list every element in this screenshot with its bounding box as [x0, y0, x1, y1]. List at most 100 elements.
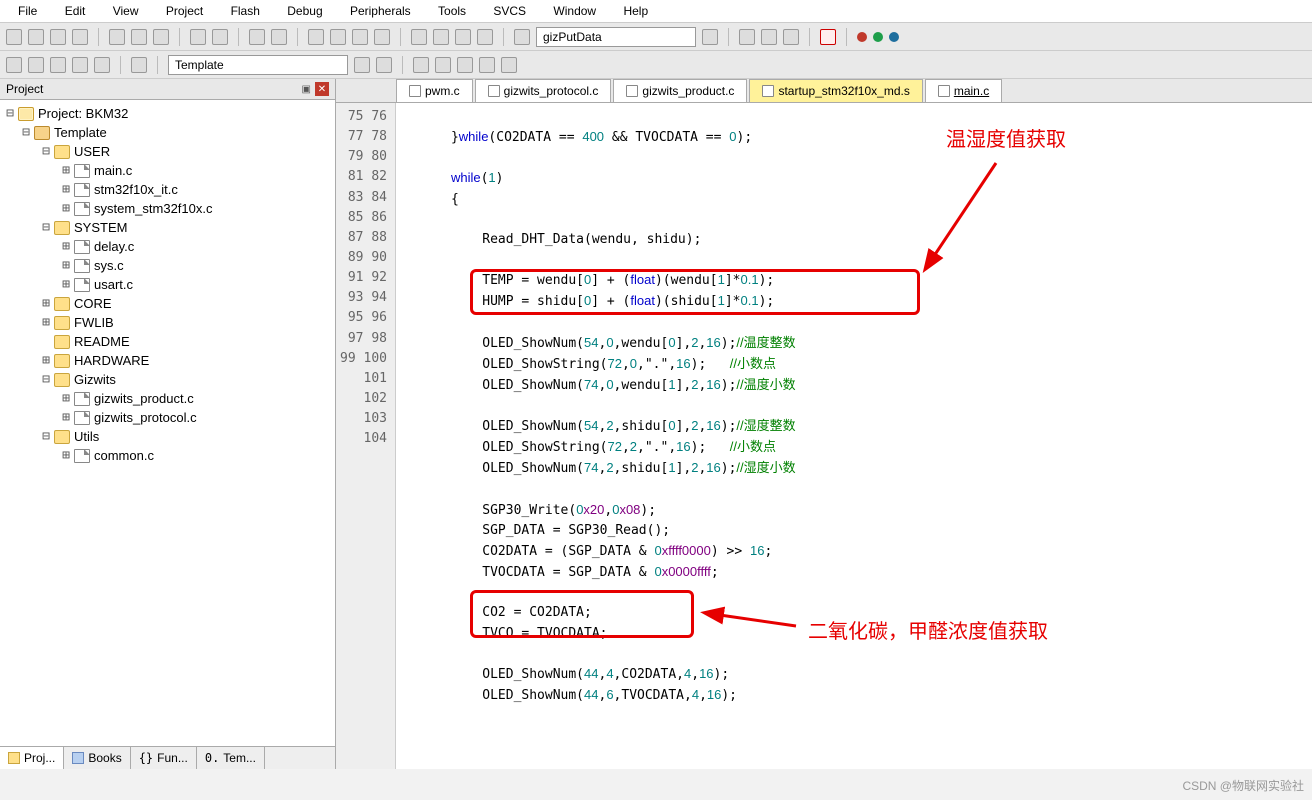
code-text[interactable]: }while(CO2DATA == 400 && TVOCDATA == 0);…: [396, 103, 1312, 769]
search-dropdown-icon[interactable]: [702, 29, 718, 45]
save-icon[interactable]: [50, 29, 66, 45]
file-tab[interactable]: gizwits_product.c: [613, 79, 747, 102]
expand-icon[interactable]: ⊞: [60, 258, 72, 273]
run-icon[interactable]: [873, 32, 883, 42]
code-pane[interactable]: 75 76 77 78 79 80 81 82 83 84 85 86 87 8…: [336, 103, 1312, 769]
bookmark-icon[interactable]: [308, 29, 324, 45]
file-tab[interactable]: main.c: [925, 79, 1002, 102]
tree-item[interactable]: ⊞gizwits_protocol.c: [0, 408, 335, 427]
bookmark-clear-icon[interactable]: [374, 29, 390, 45]
file-tab[interactable]: pwm.c: [396, 79, 473, 102]
tab-templates[interactable]: 0.Tem...: [197, 747, 265, 769]
menu-edit[interactable]: Edit: [65, 4, 86, 18]
tree-item[interactable]: README: [0, 332, 335, 351]
tree-item[interactable]: ⊟Project: BKM32: [0, 104, 335, 123]
expand-icon[interactable]: ⊞: [60, 201, 72, 216]
menu-window[interactable]: Window: [553, 4, 596, 18]
menu-peripherals[interactable]: Peripherals: [350, 4, 411, 18]
find-icon[interactable]: [514, 29, 530, 45]
copy-icon[interactable]: [131, 29, 147, 45]
menu-tools[interactable]: Tools: [438, 4, 466, 18]
expand-icon[interactable]: ⊞: [40, 315, 52, 330]
expand-icon[interactable]: ⊞: [60, 163, 72, 178]
build-icon[interactable]: [761, 29, 777, 45]
menu-svcs[interactable]: SVCS: [493, 4, 526, 18]
tree-item[interactable]: ⊞sys.c: [0, 256, 335, 275]
menu-view[interactable]: View: [113, 4, 139, 18]
bookmark-next-icon[interactable]: [352, 29, 368, 45]
expand-icon[interactable]: ⊞: [60, 448, 72, 463]
tree-item[interactable]: ⊞CORE: [0, 294, 335, 313]
books-icon[interactable]: [457, 57, 473, 73]
tool-icon[interactable]: [783, 29, 799, 45]
tree-item[interactable]: ⊟USER: [0, 142, 335, 161]
translate-icon[interactable]: [6, 57, 22, 73]
expand-icon[interactable]: ⊟: [40, 220, 52, 235]
tree-item[interactable]: ⊞usart.c: [0, 275, 335, 294]
tree-item[interactable]: ⊞delay.c: [0, 237, 335, 256]
pack-icon[interactable]: [479, 57, 495, 73]
rebuild-icon[interactable]: [50, 57, 66, 73]
expand-icon[interactable]: ⊞: [40, 296, 52, 311]
project-tree[interactable]: ⊟Project: BKM32⊟Template⊟USER⊞main.c⊞stm…: [0, 100, 335, 746]
target-dropdown-icon[interactable]: [354, 57, 370, 73]
menu-debug[interactable]: Debug: [287, 4, 322, 18]
target-selector[interactable]: Template: [168, 55, 348, 75]
tree-item[interactable]: ⊟Template: [0, 123, 335, 142]
stop-build-icon[interactable]: [94, 57, 110, 73]
tree-item[interactable]: ⊞FWLIB: [0, 313, 335, 332]
tree-item[interactable]: ⊞common.c: [0, 446, 335, 465]
tree-item[interactable]: ⊞stm32f10x_it.c: [0, 180, 335, 199]
file-ext-icon[interactable]: [435, 57, 451, 73]
menu-help[interactable]: Help: [623, 4, 648, 18]
expand-icon[interactable]: ⊞: [60, 182, 72, 197]
menu-flash[interactable]: Flash: [231, 4, 260, 18]
comment-icon[interactable]: [455, 29, 471, 45]
tree-item[interactable]: ⊟SYSTEM: [0, 218, 335, 237]
tree-item[interactable]: ⊞HARDWARE: [0, 351, 335, 370]
tab-books[interactable]: Books: [64, 747, 130, 769]
indent-icon[interactable]: [411, 29, 427, 45]
bookmark-prev-icon[interactable]: [330, 29, 346, 45]
expand-icon[interactable]: ⊞: [60, 391, 72, 406]
expand-icon[interactable]: ⊞: [60, 277, 72, 292]
expand-icon[interactable]: ⊟: [40, 372, 52, 387]
expand-icon[interactable]: ⊟: [40, 429, 52, 444]
tree-item[interactable]: ⊞system_stm32f10x.c: [0, 199, 335, 218]
tree-item[interactable]: ⊞main.c: [0, 161, 335, 180]
tree-item[interactable]: ⊟Gizwits: [0, 370, 335, 389]
tree-item[interactable]: ⊞gizwits_product.c: [0, 389, 335, 408]
tree-item[interactable]: ⊟Utils: [0, 427, 335, 446]
new-icon[interactable]: [6, 29, 22, 45]
rte-icon[interactable]: [501, 57, 517, 73]
search-field[interactable]: gizPutData: [536, 27, 696, 47]
config-icon[interactable]: [739, 29, 755, 45]
tab-functions[interactable]: {}Fun...: [131, 747, 197, 769]
save-all-icon[interactable]: [72, 29, 88, 45]
paste-icon[interactable]: [153, 29, 169, 45]
file-tab[interactable]: startup_stm32f10x_md.s: [749, 79, 922, 102]
open-icon[interactable]: [28, 29, 44, 45]
menu-file[interactable]: File: [18, 4, 37, 18]
stop-icon[interactable]: [889, 32, 899, 42]
manage-icon[interactable]: [413, 57, 429, 73]
uncomment-icon[interactable]: [477, 29, 493, 45]
pin-icon[interactable]: ▣: [302, 84, 311, 95]
file-tab[interactable]: gizwits_protocol.c: [475, 79, 612, 102]
expand-icon[interactable]: ⊟: [20, 125, 32, 140]
close-icon[interactable]: ✕: [315, 82, 329, 96]
record-icon[interactable]: [857, 32, 867, 42]
forward-icon[interactable]: [271, 29, 287, 45]
expand-icon[interactable]: ⊞: [60, 239, 72, 254]
menu-project[interactable]: Project: [166, 4, 203, 18]
expand-icon[interactable]: ⊟: [4, 106, 16, 121]
expand-icon[interactable]: ⊞: [40, 353, 52, 368]
debug-icon[interactable]: [820, 29, 836, 45]
expand-icon[interactable]: ⊟: [40, 144, 52, 159]
build-target-icon[interactable]: [28, 57, 44, 73]
back-icon[interactable]: [249, 29, 265, 45]
options-icon[interactable]: [376, 57, 392, 73]
download-icon[interactable]: [131, 57, 147, 73]
redo-icon[interactable]: [212, 29, 228, 45]
cut-icon[interactable]: [109, 29, 125, 45]
